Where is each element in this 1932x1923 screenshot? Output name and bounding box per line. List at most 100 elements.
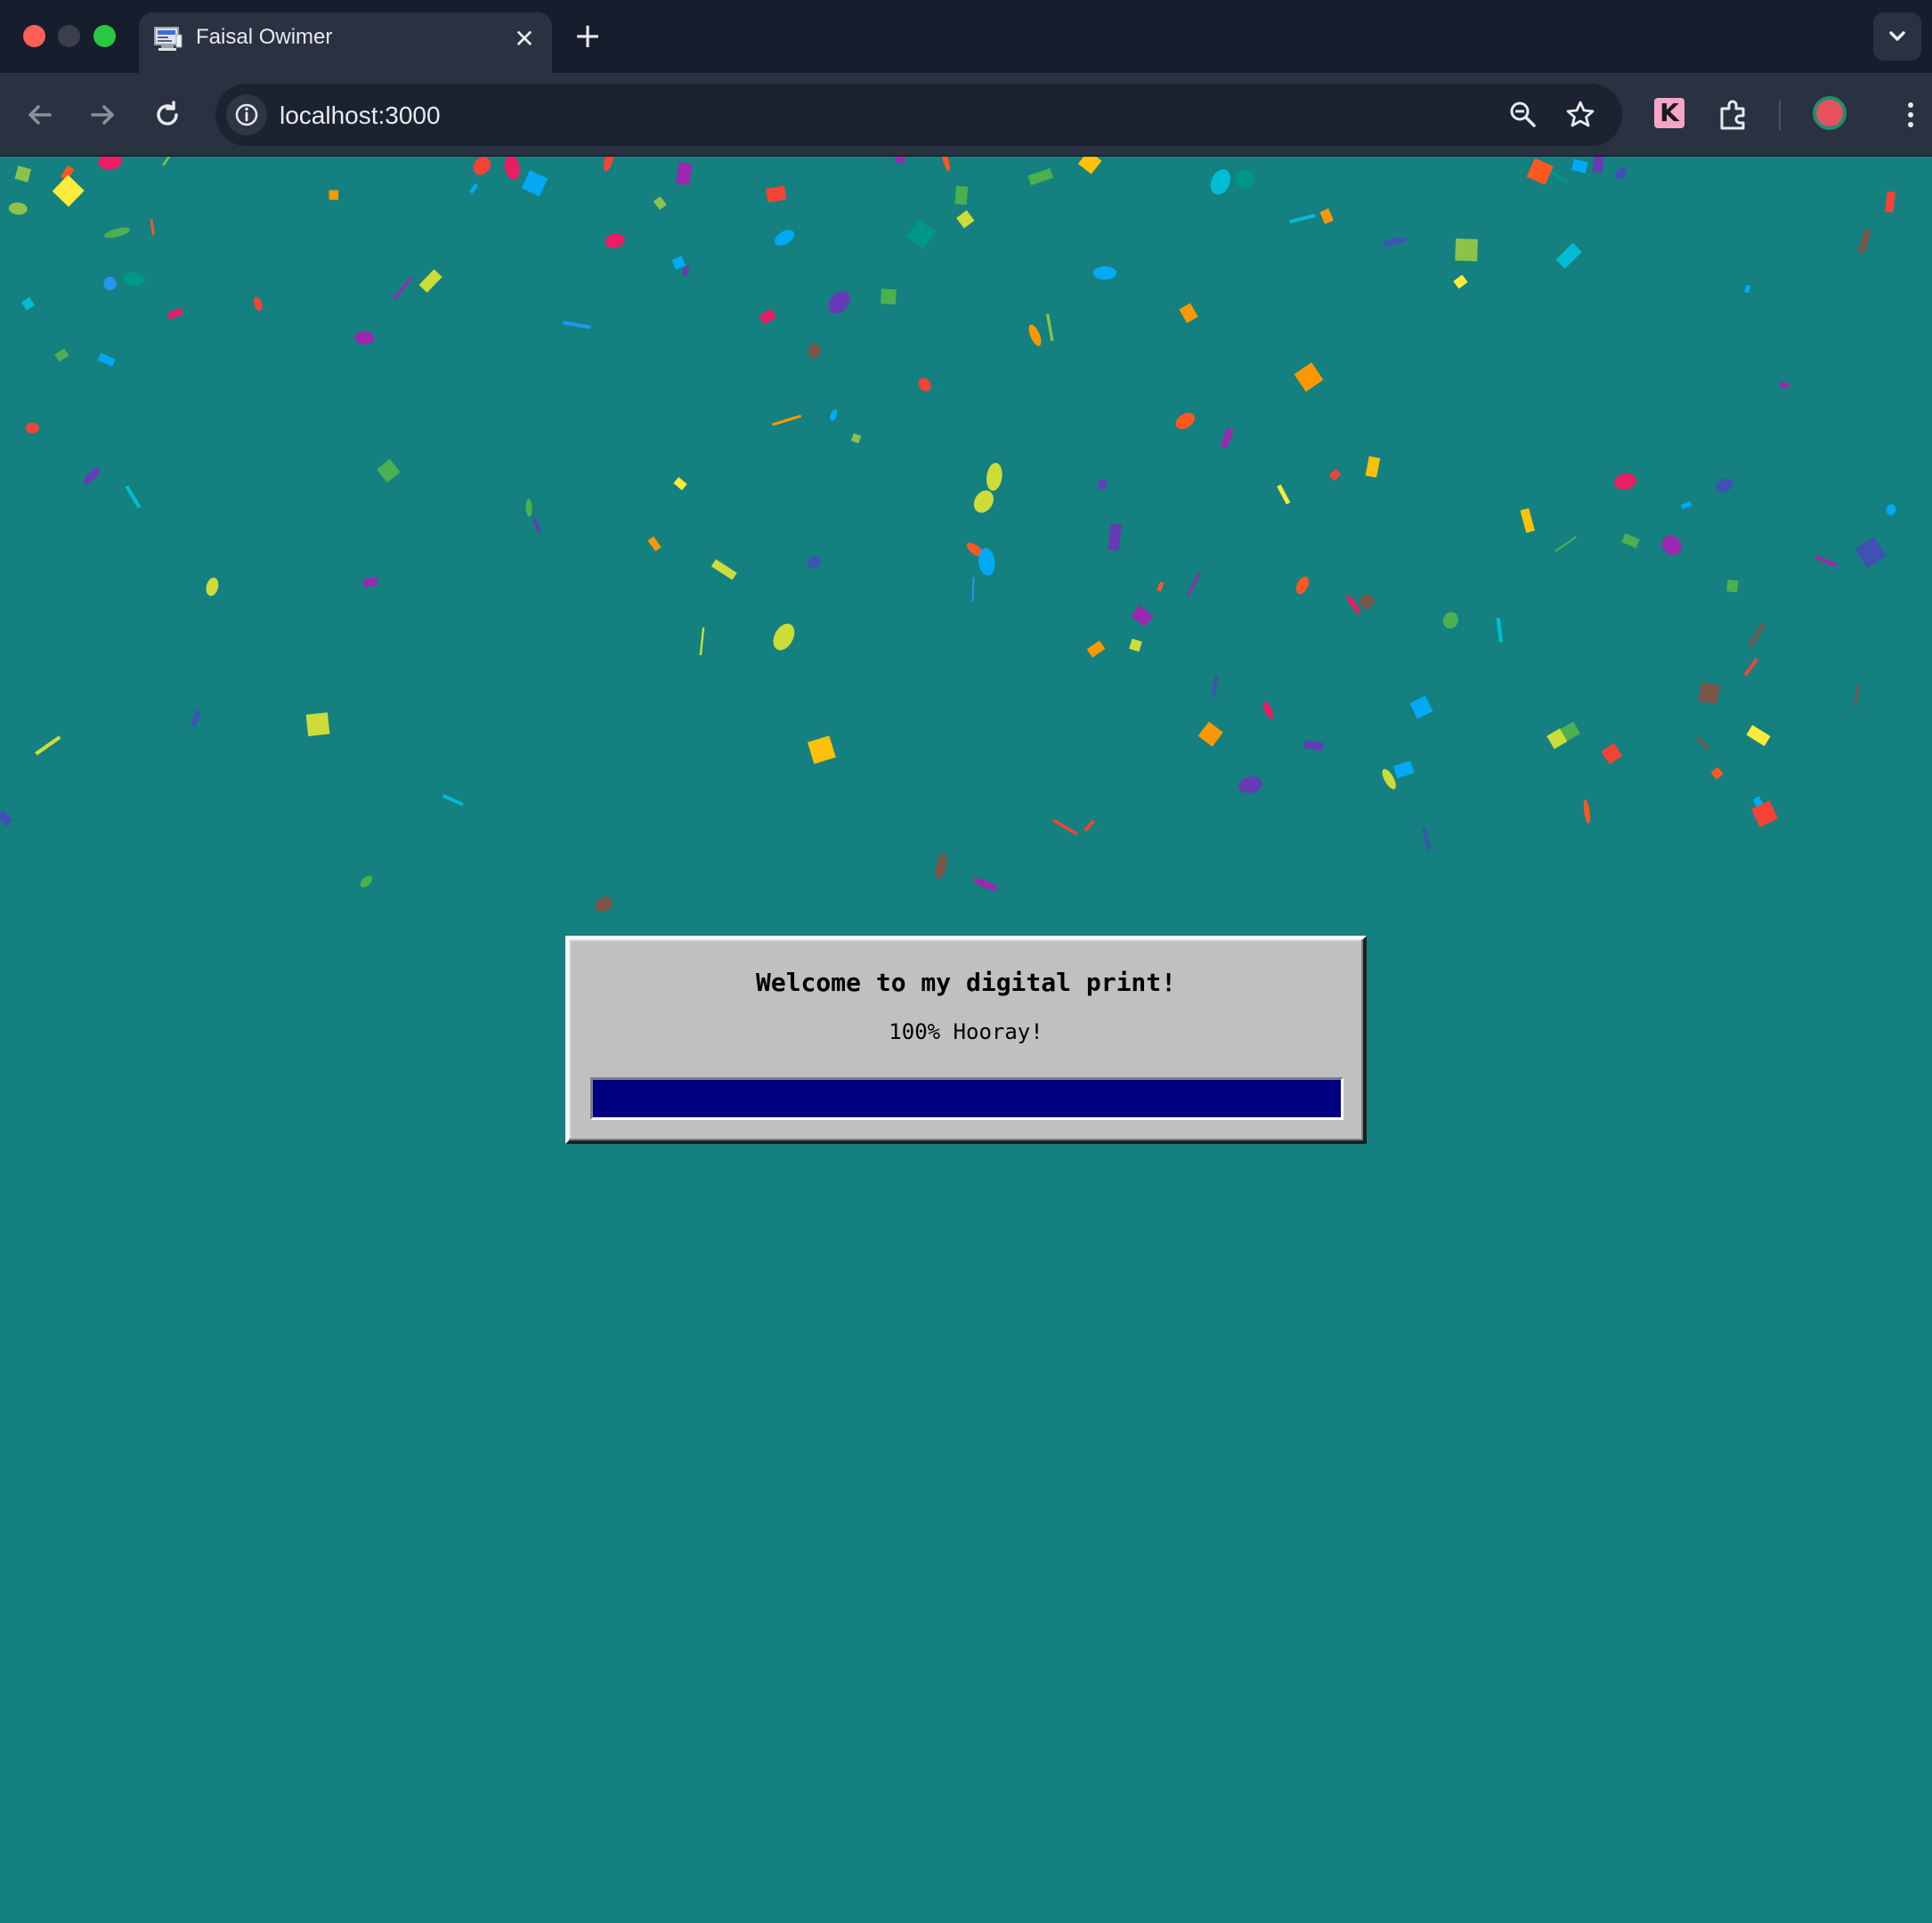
url-text[interactable]: localhost:3000 — [280, 101, 441, 130]
confetti-piece — [807, 556, 821, 569]
confetti-piece — [14, 166, 32, 183]
confetti-piece — [918, 377, 931, 392]
confetti-piece — [1857, 229, 1872, 254]
confetti-piece — [1045, 313, 1054, 342]
confetti-piece — [973, 490, 994, 513]
confetti-piece — [1086, 640, 1106, 658]
back-arrow-icon[interactable] — [20, 94, 61, 135]
confetti-piece — [1814, 555, 1838, 568]
confetti-piece — [98, 157, 123, 170]
confetti-piece — [971, 577, 975, 602]
confetti-piece — [766, 185, 787, 203]
toolbar-divider — [1779, 100, 1781, 130]
confetti-piece — [935, 853, 947, 880]
dialog-title: Welcome to my digital print! — [755, 968, 1176, 997]
confetti-piece — [1084, 819, 1095, 832]
confetti-piece — [956, 210, 975, 229]
confetti-piece — [354, 331, 375, 345]
confetti-piece — [699, 627, 705, 656]
confetti-piece — [1710, 767, 1724, 780]
confetti-piece — [1131, 604, 1154, 628]
window-minimize-button[interactable] — [58, 25, 80, 47]
confetti-piece — [972, 878, 998, 891]
confetti-piece — [881, 288, 897, 304]
confetti-piece — [1592, 157, 1604, 174]
confetti-piece — [1027, 167, 1054, 186]
confetti-piece — [1886, 504, 1896, 515]
confetti-piece — [1748, 622, 1766, 647]
confetti-piece — [1236, 169, 1255, 190]
confetti-piece — [0, 810, 13, 827]
confetti-piece — [954, 185, 969, 206]
confetti-piece — [1422, 827, 1432, 851]
puzzle-extensions-icon[interactable] — [1713, 94, 1754, 135]
confetti-piece — [54, 348, 69, 362]
confetti-piece — [1555, 536, 1577, 553]
progress-bar-fill — [593, 1080, 1341, 1117]
confetti-piece — [1108, 523, 1123, 551]
confetti-piece — [1383, 237, 1407, 246]
zoom-out-icon[interactable] — [1505, 96, 1542, 134]
confetti-piece — [162, 157, 174, 166]
confetti-piece — [1238, 776, 1262, 793]
star-icon[interactable] — [1562, 96, 1599, 134]
site-info-button[interactable] — [226, 94, 267, 135]
confetti-piece — [1614, 473, 1636, 490]
confetti-piece — [808, 735, 836, 765]
confetti-piece — [1028, 324, 1042, 346]
confetti-piece — [1409, 695, 1433, 719]
confetti-piece — [828, 290, 850, 314]
confetti-piece — [83, 467, 101, 484]
confetti-piece — [1855, 536, 1887, 569]
progress-bar — [590, 1077, 1343, 1120]
confetti-piece — [1098, 479, 1108, 490]
window-close-button[interactable] — [23, 25, 45, 47]
address-bar[interactable]: localhost:3000 — [215, 84, 1622, 146]
confetti-piece — [1751, 800, 1779, 828]
confetti-piece — [1277, 484, 1291, 505]
confetti-piece — [1716, 478, 1733, 493]
confetti-piece — [20, 296, 36, 311]
reload-icon[interactable] — [147, 94, 188, 135]
confetti-piece — [773, 623, 795, 651]
confetti-piece — [1496, 617, 1504, 643]
window-maximize-button[interactable] — [93, 25, 116, 47]
tab-search-button[interactable] — [1873, 12, 1921, 61]
forward-arrow-icon[interactable] — [82, 94, 123, 135]
confetti-piece — [1365, 456, 1381, 478]
new-tab-button[interactable]: + — [570, 16, 605, 55]
confetti-piece — [1571, 158, 1588, 174]
k-extension-button[interactable]: K — [1654, 98, 1684, 128]
confetti-piece — [1211, 675, 1219, 696]
confetti-piece — [1884, 191, 1896, 213]
confetti-piece — [1092, 266, 1117, 280]
confetti-piece — [905, 219, 937, 249]
browser-tab-active[interactable]: Faisal Owimer ✕ — [139, 12, 552, 73]
confetti-piece — [710, 559, 737, 580]
profile-avatar[interactable] — [1813, 96, 1847, 130]
confetti-piece — [1179, 303, 1198, 323]
confetti-piece — [671, 256, 686, 271]
confetti-piece — [1220, 427, 1235, 449]
confetti-piece — [1743, 658, 1758, 677]
confetti-piece — [562, 320, 591, 329]
confetti-piece — [1583, 799, 1591, 824]
confetti-piece — [25, 422, 39, 434]
chevron-down-icon — [1889, 31, 1905, 41]
confetti-piece — [595, 897, 613, 913]
confetti-piece — [1346, 595, 1361, 615]
more-menu-icon[interactable] — [1890, 94, 1931, 135]
confetti-piece — [362, 576, 378, 588]
confetti-piece — [1555, 242, 1582, 270]
close-icon[interactable]: ✕ — [509, 24, 540, 54]
confetti-piece — [1453, 274, 1468, 289]
confetti-piece — [1289, 213, 1316, 224]
confetti-piece — [1526, 158, 1554, 185]
confetti-piece — [97, 353, 116, 367]
confetti-piece — [1051, 818, 1078, 836]
confetti-piece — [35, 735, 61, 756]
confetti-piece — [1156, 581, 1165, 592]
confetti-piece — [1726, 579, 1739, 593]
info-icon — [235, 103, 258, 126]
confetti-piece — [103, 227, 131, 239]
